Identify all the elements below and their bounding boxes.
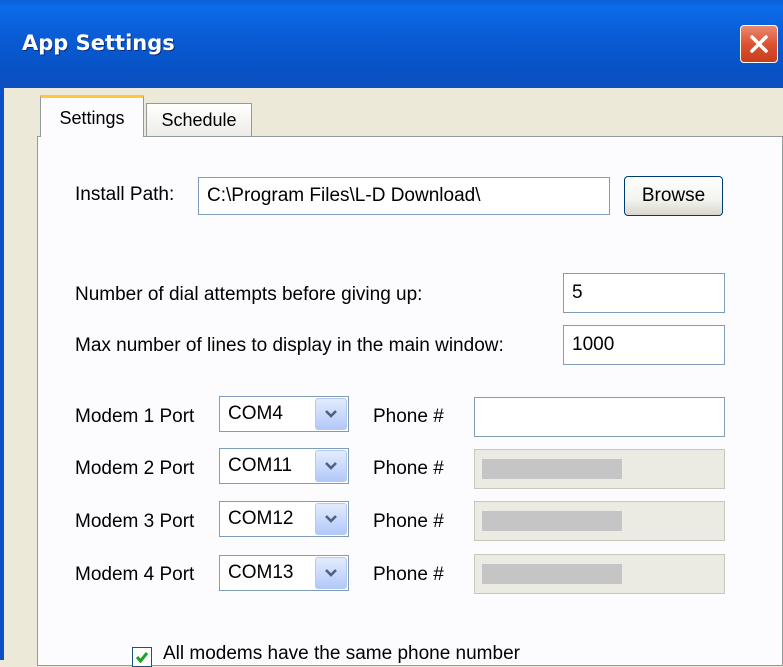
- modem-3-port-value: COM12: [228, 508, 294, 529]
- modem-2-port-value: COM11: [228, 455, 293, 476]
- modem-3-phone-input[interactable]: [474, 501, 725, 541]
- modem-4-port-label: Modem 4 Port: [75, 564, 195, 585]
- max-lines-input[interactable]: 1000: [563, 325, 725, 365]
- same-phone-checkbox[interactable]: [132, 647, 152, 667]
- modem-2-dropdown-button[interactable]: [315, 450, 347, 482]
- modem-1-port-label: Modem 1 Port: [75, 406, 195, 427]
- modem-2-port-select[interactable]: COM11: [219, 448, 349, 484]
- modem-2-phone-input[interactable]: [474, 449, 725, 489]
- chevron-down-icon: [325, 515, 337, 523]
- modem-3-port-select[interactable]: COM12: [219, 501, 349, 537]
- redacted-value: [482, 459, 622, 479]
- modem-4-phone-input[interactable]: [474, 554, 725, 594]
- modem-3-dropdown-button[interactable]: [315, 503, 347, 535]
- redacted-value: [482, 511, 622, 531]
- modem-3-phone-label: Phone #: [373, 511, 444, 532]
- modem-3-port-label: Modem 3 Port: [75, 511, 195, 532]
- modem-4-dropdown-button[interactable]: [315, 557, 347, 589]
- modem-4-port-value: COM13: [228, 562, 294, 583]
- chevron-down-icon: [325, 569, 337, 577]
- checkmark-icon: [135, 652, 149, 664]
- modem-2-port-label: Modem 2 Port: [75, 458, 195, 479]
- dial-attempts-input[interactable]: 5: [563, 273, 725, 313]
- chevron-down-icon: [325, 410, 337, 418]
- modem-4-phone-label: Phone #: [373, 564, 444, 585]
- modem-1-dropdown-button[interactable]: [315, 398, 347, 430]
- same-phone-label[interactable]: All modems have the same phone number: [163, 643, 520, 665]
- browse-button[interactable]: Browse: [624, 176, 723, 216]
- dial-attempts-label: Number of dial attempts before giving up…: [75, 284, 423, 305]
- install-path-input[interactable]: C:\Program Files\L-D Download\: [198, 177, 610, 215]
- max-lines-label: Max number of lines to display in the ma…: [75, 335, 504, 356]
- modem-4-port-select[interactable]: COM13: [219, 555, 349, 591]
- chevron-down-icon: [325, 462, 337, 470]
- modem-1-port-value: COM4: [228, 403, 283, 424]
- modem-1-port-select[interactable]: COM4: [219, 396, 349, 432]
- install-path-label: Install Path:: [75, 184, 175, 205]
- redacted-value: [482, 564, 622, 584]
- modem-1-phone-label: Phone #: [373, 406, 444, 427]
- modem-2-phone-label: Phone #: [373, 458, 444, 479]
- modem-1-phone-input[interactable]: [474, 397, 725, 437]
